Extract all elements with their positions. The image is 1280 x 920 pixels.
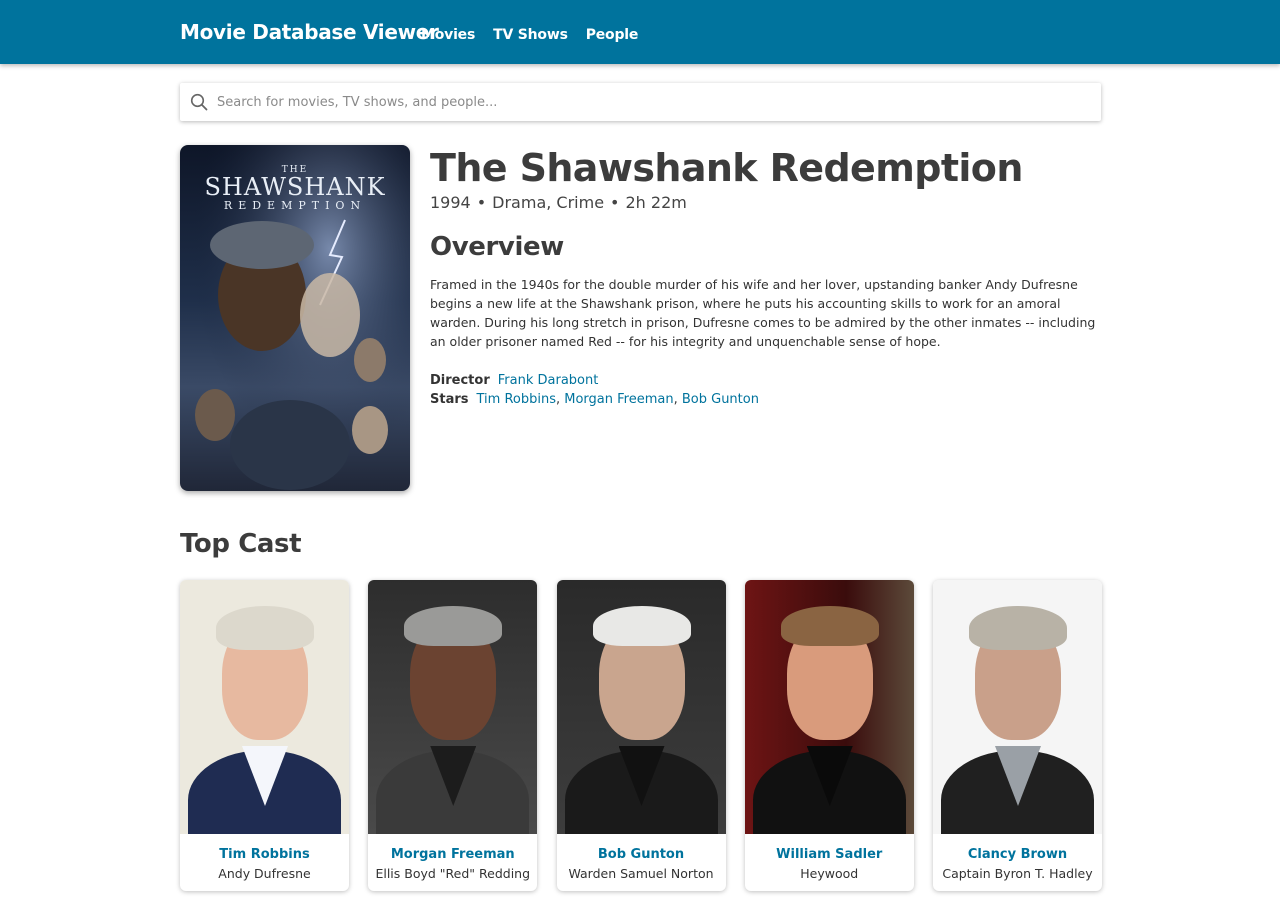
cast-role: Warden Samuel Norton — [568, 866, 714, 881]
cast-photo — [933, 580, 1102, 834]
director-link[interactable]: Frank Darabont — [498, 373, 599, 388]
cast-photo — [744, 580, 914, 834]
search-input[interactable] — [217, 83, 1087, 121]
cast-role: Captain Byron T. Hadley — [942, 866, 1093, 881]
comma: , — [673, 392, 682, 407]
top-nav-bar: Movie Database Viewer Movies TV Shows Pe… — [0, 0, 1280, 64]
poster-title: THE SHAWSHANK REDEMPTION — [180, 165, 410, 212]
cast-card[interactable]: William Sadler Heywood — [744, 580, 914, 891]
cast-role: Heywood — [800, 866, 859, 881]
cast-role: Andy Dufresne — [218, 866, 311, 881]
main-nav: Movies TV Shows People — [421, 27, 656, 43]
movie-runtime: 2h 22m — [625, 193, 687, 212]
cast-card[interactable]: Bob Gunton Warden Samuel Norton — [556, 580, 726, 891]
stars-row: Stars Tim Robbins, Morgan Freeman, Bob Gu… — [430, 390, 759, 409]
star-link[interactable]: Morgan Freeman — [564, 392, 673, 407]
cast-name[interactable]: Clancy Brown — [933, 847, 1102, 862]
director-label: Director — [430, 373, 490, 388]
movie-meta: 1994 • Drama, Crime • 2h 22m — [430, 193, 687, 212]
search-icon — [190, 93, 208, 111]
search-bar — [180, 83, 1101, 121]
cast-name[interactable]: William Sadler — [745, 847, 914, 862]
cast-photo — [556, 580, 726, 834]
cast-name[interactable]: Tim Robbins — [180, 847, 349, 862]
movie-genres: Drama, Crime — [492, 193, 605, 212]
cast-photo — [180, 580, 349, 834]
cast-name[interactable]: Morgan Freeman — [368, 847, 537, 862]
cast-card[interactable]: Morgan Freeman Ellis Boyd "Red" Redding — [368, 580, 538, 891]
app-title[interactable]: Movie Database Viewer — [180, 20, 439, 44]
cast-card[interactable]: Clancy Brown Captain Byron T. Hadley — [933, 580, 1102, 891]
meta-separator: • — [476, 193, 487, 212]
cast-name[interactable]: Bob Gunton — [557, 847, 726, 862]
star-link[interactable]: Bob Gunton — [682, 392, 759, 407]
top-cast-list: Tim Robbins Andy Dufresne Morgan Freeman… — [180, 580, 1102, 891]
credits: Director Frank Darabont Stars Tim Robbins,… — [430, 371, 759, 409]
overview-heading: Overview — [430, 232, 564, 262]
cast-card[interactable]: Tim Robbins Andy Dufresne — [180, 580, 349, 891]
movie-title: The Shawshank Redemption — [430, 146, 1023, 190]
nav-people[interactable]: People — [586, 27, 639, 43]
star-link[interactable]: Tim Robbins — [477, 392, 556, 407]
nav-movies[interactable]: Movies — [421, 27, 475, 43]
nav-tv-shows[interactable]: TV Shows — [493, 27, 568, 43]
movie-year: 1994 — [430, 193, 471, 212]
poster-title-line2: SHAWSHANK — [204, 173, 386, 201]
stars-label: Stars — [430, 392, 469, 407]
cast-photo — [368, 580, 538, 834]
movie-poster: THE SHAWSHANK REDEMPTION — [180, 145, 410, 491]
comma: , — [555, 392, 565, 407]
overview-text: Framed in the 1940s for the double murde… — [430, 277, 1096, 349]
cast-role: Ellis Boyd "Red" Redding — [375, 866, 531, 881]
top-cast-heading: Top Cast — [180, 529, 302, 559]
meta-separator: • — [610, 193, 620, 212]
director-row: Director Frank Darabont — [430, 371, 759, 390]
